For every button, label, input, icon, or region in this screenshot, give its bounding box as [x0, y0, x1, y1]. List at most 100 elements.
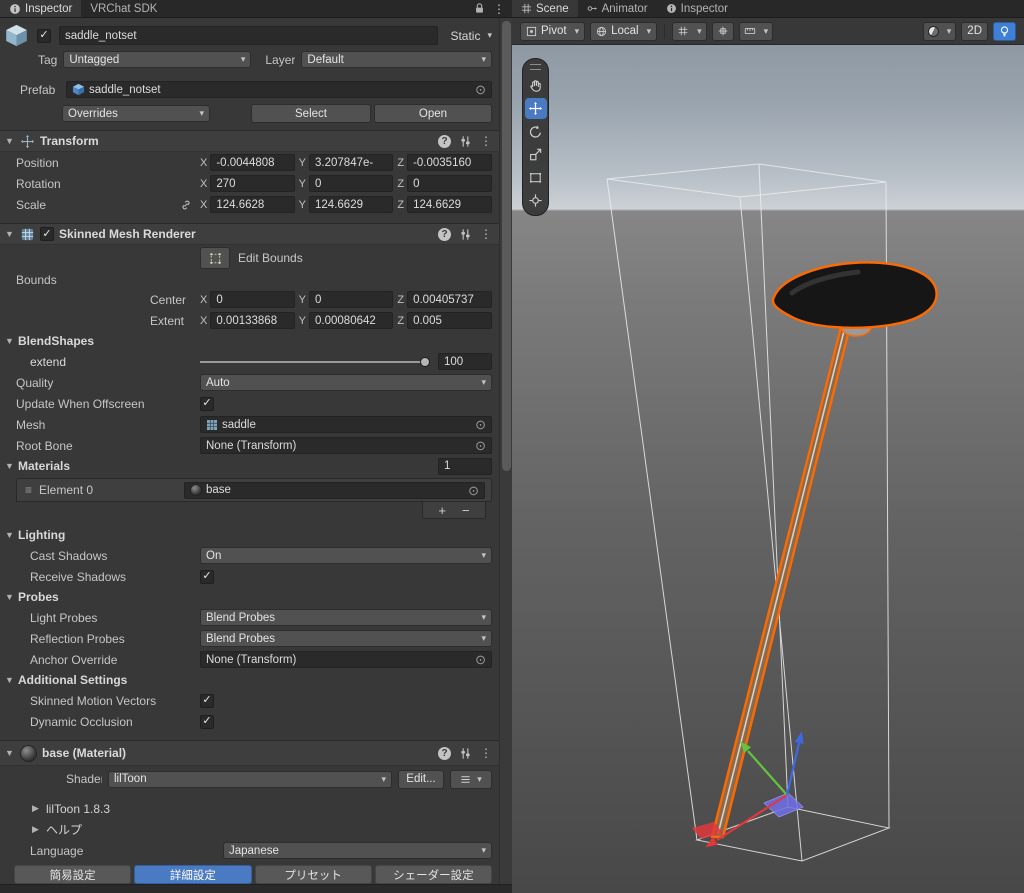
- slider-thumb[interactable]: [420, 356, 430, 367]
- prefab-field[interactable]: saddle_notset ⊙: [66, 81, 492, 98]
- lighting-foldout[interactable]: ▼ Lighting: [0, 525, 512, 545]
- tab-presets[interactable]: プリセット: [254, 865, 372, 884]
- renderer-kebab-icon[interactable]: ⋮: [480, 228, 492, 240]
- position-y-input[interactable]: 3.207847e-: [309, 154, 394, 171]
- scale-tool[interactable]: [525, 144, 547, 165]
- tab-inspector-secondary[interactable]: Inspector: [657, 0, 737, 17]
- preset-icon[interactable]: [459, 135, 472, 148]
- layer-dropdown[interactable]: Default ▾: [301, 51, 492, 68]
- tab-shader-settings[interactable]: シェーダー設定: [374, 865, 492, 884]
- scene-viewport[interactable]: [512, 45, 1024, 893]
- reflection-probes-dropdown[interactable]: Blend Probes ▾: [200, 630, 492, 647]
- hand-tool[interactable]: [525, 75, 547, 96]
- skinned-mesh-renderer-header[interactable]: ▼ ✓ Skinned Mesh Renderer ? ⋮: [0, 223, 512, 245]
- object-picker-icon[interactable]: ⊙: [475, 653, 486, 666]
- foldout-open-icon[interactable]: ▼: [4, 748, 15, 758]
- rect-tool[interactable]: [525, 167, 547, 188]
- renderer-enabled-checkbox[interactable]: ✓: [40, 227, 54, 241]
- motion-vectors-checkbox[interactable]: ✓: [200, 693, 214, 708]
- active-checkbox[interactable]: ✓: [37, 28, 51, 43]
- material-kebab-icon[interactable]: ⋮: [480, 747, 492, 759]
- material-element-field[interactable]: base ⊙: [184, 481, 485, 499]
- drag-handle-icon[interactable]: ≡: [25, 483, 32, 497]
- rotation-z-input[interactable]: 0: [407, 175, 493, 192]
- gameobject-cube-icon[interactable]: [4, 23, 29, 48]
- snap-increment-dropdown[interactable]: ▾: [738, 21, 774, 41]
- shader-menu-button[interactable]: ▾: [450, 769, 492, 789]
- scale-z-input[interactable]: 124.6629: [407, 196, 493, 213]
- extend-value-input[interactable]: 100: [438, 353, 492, 370]
- help-foldout[interactable]: ▶ ヘルプ: [0, 819, 512, 840]
- tab-simple-settings[interactable]: 簡易設定: [14, 865, 132, 884]
- lock-icon[interactable]: [473, 2, 486, 15]
- tab-vrchat-sdk[interactable]: VRChat SDK: [81, 0, 166, 17]
- tag-dropdown[interactable]: Untagged ▾: [63, 51, 252, 68]
- inspector-scrollbar[interactable]: [499, 18, 512, 884]
- inspector-menu-kebab-icon[interactable]: ⋮: [493, 3, 505, 15]
- remove-element-button[interactable]: −: [462, 504, 470, 517]
- extent-y-input[interactable]: 0.00080642: [309, 312, 394, 329]
- transform-tool[interactable]: [525, 190, 547, 211]
- scene-lighting-toggle[interactable]: [993, 21, 1016, 41]
- update-offscreen-checkbox[interactable]: ✓: [200, 396, 214, 411]
- transform-header[interactable]: ▼ Transform ? ⋮: [0, 130, 512, 152]
- prefab-open-button[interactable]: Open: [374, 104, 492, 123]
- overrides-dropdown[interactable]: Overrides ▾: [62, 105, 210, 122]
- scale-y-input[interactable]: 124.6629: [309, 196, 394, 213]
- scrollbar-thumb[interactable]: [502, 21, 511, 472]
- shader-edit-button[interactable]: Edit...: [398, 769, 444, 789]
- rotation-x-input[interactable]: 270: [210, 175, 295, 192]
- root-bone-field[interactable]: None (Transform) ⊙: [200, 437, 492, 454]
- object-picker-icon[interactable]: ⊙: [468, 484, 479, 497]
- 2d-toggle-button[interactable]: 2D: [961, 21, 988, 41]
- extend-slider[interactable]: [200, 354, 430, 370]
- blendshapes-foldout[interactable]: ▼ BlendShapes: [0, 331, 512, 351]
- edit-bounds-button[interactable]: [200, 247, 230, 269]
- rotation-y-input[interactable]: 0: [309, 175, 394, 192]
- receive-shadows-checkbox[interactable]: ✓: [200, 569, 214, 584]
- dynamic-occlusion-checkbox[interactable]: ✓: [200, 714, 214, 729]
- position-z-input[interactable]: -0.0035160: [407, 154, 493, 171]
- preset-icon[interactable]: [459, 228, 472, 241]
- foldout-open-icon[interactable]: ▼: [4, 136, 15, 146]
- static-dropdown[interactable]: Static ▾: [446, 29, 492, 43]
- center-x-input[interactable]: 0: [210, 291, 295, 308]
- prefab-select-button[interactable]: Select: [251, 104, 371, 123]
- material-preview-sphere[interactable]: [20, 744, 37, 762]
- transform-kebab-icon[interactable]: ⋮: [480, 135, 492, 147]
- tab-advanced-settings[interactable]: 詳細設定: [134, 865, 252, 884]
- shading-mode-dropdown[interactable]: ▾: [922, 21, 957, 41]
- material-element-row[interactable]: ≡ Element 0 base ⊙: [17, 479, 491, 501]
- help-icon[interactable]: ?: [438, 227, 451, 241]
- move-tool[interactable]: [524, 98, 547, 119]
- rotate-tool[interactable]: [525, 121, 547, 142]
- shader-dropdown[interactable]: lilToon ▾: [108, 770, 392, 788]
- scale-x-input[interactable]: 124.6628: [210, 196, 295, 213]
- probes-foldout[interactable]: ▼ Probes: [0, 587, 512, 607]
- snap-toggle-button[interactable]: [711, 21, 734, 41]
- tab-scene[interactable]: Scene: [512, 0, 578, 17]
- center-y-input[interactable]: 0: [309, 291, 394, 308]
- mesh-field[interactable]: saddle ⊙: [200, 416, 492, 433]
- link-scale-icon[interactable]: [180, 199, 192, 211]
- object-picker-icon[interactable]: ⊙: [475, 418, 486, 431]
- cast-shadows-dropdown[interactable]: On ▾: [200, 547, 492, 564]
- materials-size-input[interactable]: 1: [438, 457, 492, 475]
- pivot-dropdown[interactable]: Pivot ▾: [520, 21, 586, 41]
- extent-x-input[interactable]: 0.00133868: [210, 312, 295, 329]
- object-picker-icon[interactable]: ⊙: [475, 83, 486, 96]
- materials-foldout[interactable]: ▼ Materials 1: [0, 456, 512, 476]
- extent-z-input[interactable]: 0.005: [407, 312, 493, 329]
- add-element-button[interactable]: +: [438, 504, 446, 517]
- help-icon[interactable]: ?: [438, 746, 451, 760]
- object-picker-icon[interactable]: ⊙: [475, 439, 486, 452]
- light-probes-dropdown[interactable]: Blend Probes ▾: [200, 609, 492, 626]
- anchor-override-field[interactable]: None (Transform) ⊙: [200, 651, 492, 668]
- center-z-input[interactable]: 0.00405737: [407, 291, 493, 308]
- language-dropdown[interactable]: Japanese ▾: [223, 842, 492, 859]
- position-x-input[interactable]: -0.0044808: [210, 154, 295, 171]
- preset-icon[interactable]: [459, 747, 472, 760]
- local-dropdown[interactable]: Local ▾: [590, 21, 658, 41]
- tab-inspector[interactable]: Inspector: [0, 0, 82, 17]
- quality-dropdown[interactable]: Auto ▾: [200, 374, 492, 391]
